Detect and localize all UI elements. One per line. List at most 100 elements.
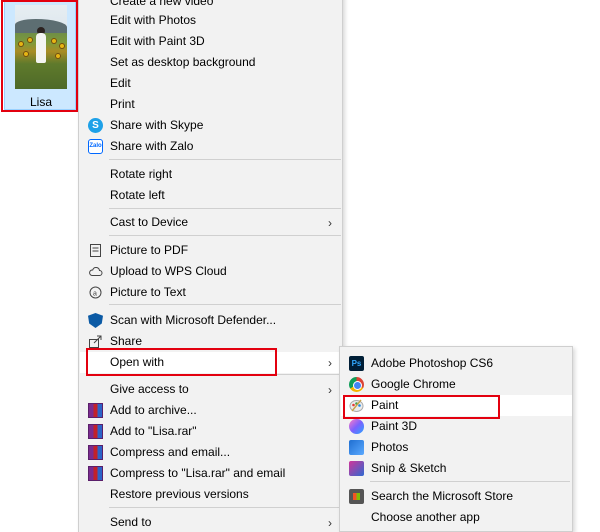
menu-item-share[interactable]: Share [80,331,342,352]
menu-separator [109,304,341,305]
menu-item-label: Rotate right [110,167,173,181]
menu-item-label: Send to [110,515,152,529]
submenu-item-paint[interactable]: Paint [341,395,572,416]
menu-item-label: Create a new video [110,0,214,8]
thumbnail-sunflower [23,51,29,57]
menu-item-edit-with-paint-3d[interactable]: Edit with Paint 3D [80,31,342,52]
open-with-submenu: Ps Adobe Photoshop CS6 Google Chrome Pai… [339,346,573,532]
submenu-item-microsoft-store[interactable]: Search the Microsoft Store [341,486,572,507]
menu-item-rotate-right[interactable]: Rotate right [80,164,342,185]
menu-item-edit-with-photos[interactable]: Edit with Photos [80,10,342,31]
menu-separator [109,235,341,236]
menu-separator [109,159,341,160]
menu-item-upload-to-wps-cloud[interactable]: Upload to WPS Cloud [80,261,342,282]
menu-item-label: Cast to Device [110,215,189,229]
microsoft-store-icon [349,489,364,504]
file-item-lisa[interactable]: Lisa [4,0,76,110]
menu-item-print[interactable]: Print [80,94,342,115]
menu-item-label: Scan with Microsoft Defender... [110,313,277,327]
thumbnail-person [36,33,46,63]
menu-separator [109,507,341,508]
image-thumbnail [15,5,67,89]
chevron-right-icon: › [328,356,332,370]
submenu-item-paint-3d[interactable]: Paint 3D [341,416,572,437]
menu-item-label: Print [110,97,135,111]
submenu-separator [370,481,570,482]
menu-item-label: Compress and email... [110,445,231,459]
menu-item-label: Picture to Text [110,285,186,299]
menu-item-compress-and-email[interactable]: Compress and email... [80,442,342,463]
menu-item-label: Picture to PDF [110,243,189,257]
cloud-icon [89,267,103,276]
menu-item-label: Edit [110,76,131,90]
thumbnail-sunflower [27,37,33,43]
menu-item-label: Restore previous versions [110,487,249,501]
submenu-item-label: Paint 3D [371,419,418,433]
menu-item-edit[interactable]: Edit [80,73,342,94]
menu-item-open-with[interactable]: Open with › [80,352,342,373]
menu-item-label: Share [110,334,143,348]
menu-item-label: Share with Zalo [110,139,194,153]
winrar-icon [88,403,103,418]
menu-item-label: Open with [110,355,165,369]
submenu-item-label: Adobe Photoshop CS6 [371,356,494,370]
menu-item-compress-lisa-rar-email[interactable]: Compress to "Lisa.rar" and email [80,463,342,484]
winrar-icon [88,445,103,460]
file-name-label: Lisa [29,95,52,109]
menu-item-share-with-skype[interactable]: S Share with Skype [80,115,342,136]
submenu-item-label: Choose another app [371,510,480,524]
menu-item-share-with-zalo[interactable]: Zalo Share with Zalo [80,136,342,157]
thumbnail-sunflower [51,38,57,44]
menu-item-label: Set as desktop background [110,55,256,69]
menu-item-add-to-archive[interactable]: Add to archive... [80,400,342,421]
thumbnail-sunflower [59,43,65,49]
defender-shield-icon [88,313,103,328]
context-menu: Create a new video Edit with Photos Edit… [78,0,343,532]
menu-item-picture-to-pdf[interactable]: Picture to PDF [80,240,342,261]
menu-item-label: Give access to [110,382,189,396]
skype-icon: S [88,118,103,133]
menu-item-restore-previous-versions[interactable]: Restore previous versions [80,484,342,505]
menu-separator [109,374,341,375]
thumbnail-sunflower [55,53,61,59]
photos-icon [349,440,364,455]
share-icon [89,335,102,348]
menu-item-rotate-left[interactable]: Rotate left [80,185,342,206]
pdf-icon [90,244,101,257]
submenu-item-photoshop[interactable]: Ps Adobe Photoshop CS6 [341,353,572,374]
menu-item-label: Add to archive... [110,403,197,417]
chrome-icon [349,377,364,392]
submenu-item-label: Photos [371,440,409,454]
winrar-icon [88,466,103,481]
chevron-right-icon: › [328,516,332,530]
menu-item-send-to[interactable]: Send to › [80,512,342,532]
menu-separator [109,208,341,209]
menu-item-label: Add to "Lisa.rar" [110,424,197,438]
menu-item-picture-to-text[interactable]: a Picture to Text [80,282,342,303]
menu-item-add-to-lisa-rar[interactable]: Add to "Lisa.rar" [80,421,342,442]
submenu-item-label: Paint [371,398,399,412]
chevron-right-icon: › [328,383,332,397]
svg-text:a: a [93,291,97,298]
paint-icon [349,399,364,412]
menu-item-label: Edit with Photos [110,13,197,27]
submenu-item-choose-another-app[interactable]: Choose another app [341,507,572,528]
text-recognition-icon: a [89,286,102,299]
zalo-icon: Zalo [88,139,103,154]
menu-item-cast-to-device[interactable]: Cast to Device › [80,212,342,233]
menu-item-scan-with-defender[interactable]: Scan with Microsoft Defender... [80,310,342,331]
paint-3d-icon [349,419,364,434]
photoshop-icon: Ps [349,356,364,371]
menu-item-label: Share with Skype [110,118,204,132]
submenu-item-photos[interactable]: Photos [341,437,572,458]
menu-item-label: Rotate left [110,188,165,202]
submenu-item-snip-sketch[interactable]: Snip & Sketch [341,458,572,479]
menu-item-label: Upload to WPS Cloud [110,264,227,278]
submenu-item-label: Search the Microsoft Store [371,489,514,503]
submenu-item-label: Google Chrome [371,377,456,391]
submenu-item-google-chrome[interactable]: Google Chrome [341,374,572,395]
menu-item-set-desktop-background[interactable]: Set as desktop background [80,52,342,73]
chevron-right-icon: › [328,216,332,230]
thumbnail-sunflower [18,41,24,47]
menu-item-give-access-to[interactable]: Give access to › [80,379,342,400]
